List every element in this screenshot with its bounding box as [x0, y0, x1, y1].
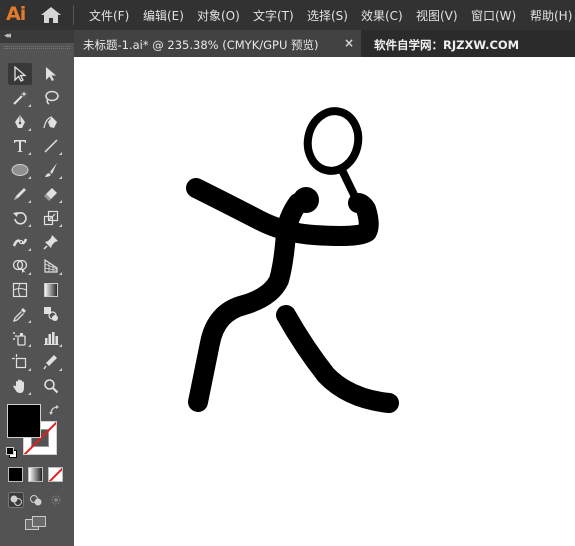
column-graph-tool-icon[interactable] — [39, 327, 63, 349]
collapse-icon[interactable]: ◂◂ — [4, 31, 11, 41]
hand-tool-icon[interactable] — [8, 375, 32, 397]
figure-body-front-leg — [188, 193, 308, 412]
toolbar-header: ◂◂ — [0, 30, 74, 43]
tab-document[interactable]: 未标题-1.ai* @ 235.38% (CMYK/GPU 预览) × — [74, 30, 361, 57]
shaper-tool-icon[interactable] — [8, 183, 32, 205]
puppet-warp-tool-icon[interactable] — [8, 231, 32, 253]
menu-edit[interactable]: 编辑(E) — [143, 7, 184, 24]
draw-behind-icon[interactable] — [28, 492, 44, 508]
slice-tool-icon[interactable] — [39, 351, 63, 373]
menu-object[interactable]: 对象(O) — [197, 7, 240, 24]
tools-panel: ◂◂ — [0, 30, 74, 546]
lasso-tool-icon[interactable] — [39, 87, 63, 109]
menu-file[interactable]: 文件(F) — [89, 7, 129, 24]
menu-type[interactable]: 文字(T) — [253, 7, 294, 24]
figure-head — [293, 187, 319, 213]
shape-builder-tool-icon[interactable] — [8, 255, 32, 277]
rotate-tool-icon[interactable] — [8, 207, 32, 229]
home-icon[interactable] — [40, 6, 62, 24]
tab-watermark[interactable]: 软件自学网：RJZXW.COM — [374, 37, 519, 53]
badminton-player-artwork[interactable] — [74, 57, 575, 546]
menu-divider — [73, 5, 74, 25]
ellipse-tool-icon[interactable] — [8, 159, 32, 181]
draw-normal-icon[interactable] — [8, 492, 24, 508]
pin-tool-icon[interactable] — [39, 231, 63, 253]
eraser-tool-icon[interactable] — [39, 183, 63, 205]
selection-tool-icon[interactable] — [8, 63, 32, 85]
menu-effect[interactable]: 效果(C) — [361, 7, 403, 24]
menu-view[interactable]: 视图(V) — [416, 7, 458, 24]
zoom-tool-icon[interactable] — [39, 375, 63, 397]
document-tab-bar: 未标题-1.ai* @ 235.38% (CMYK/GPU 预览) × 软件自学… — [74, 30, 575, 57]
direct-selection-tool-icon[interactable] — [39, 63, 63, 85]
scale-tool-icon[interactable] — [39, 207, 63, 229]
magic-wand-tool-icon[interactable] — [8, 87, 32, 109]
tab-close-icon[interactable]: × — [344, 36, 354, 50]
swap-fill-stroke-icon[interactable] — [49, 404, 61, 419]
racket-head — [303, 107, 363, 175]
draw-inside-icon[interactable] — [48, 492, 64, 508]
tab-document-title: 未标题-1.ai* @ 235.38% (CMYK/GPU 预览) — [83, 38, 319, 52]
default-fill-stroke-icon[interactable] — [6, 444, 18, 458]
paintbrush-tool-icon[interactable] — [39, 159, 63, 181]
mesh-tool-icon[interactable] — [8, 279, 32, 301]
perspective-grid-tool-icon[interactable] — [39, 255, 63, 277]
eyedropper-tool-icon[interactable] — [8, 303, 32, 325]
app-logo: Ai — [6, 3, 26, 25]
toolbar-grip[interactable] — [4, 46, 70, 49]
none-mode-button[interactable] — [48, 467, 63, 482]
menu-window[interactable]: 窗口(W) — [471, 7, 516, 24]
type-tool-icon[interactable] — [8, 135, 32, 157]
artboard-tool-icon[interactable] — [8, 351, 32, 373]
curvature-tool-icon[interactable] — [39, 111, 63, 133]
gradient-mode-button[interactable] — [28, 467, 43, 482]
artboard-canvas[interactable] — [74, 57, 575, 546]
symbol-sprayer-tool-icon[interactable] — [8, 327, 32, 349]
line-segment-tool-icon[interactable] — [39, 135, 63, 157]
figure-back-leg — [276, 305, 399, 413]
color-mode-button[interactable] — [8, 467, 23, 482]
screen-mode-icon[interactable] — [24, 515, 48, 531]
blend-tool-icon[interactable] — [39, 303, 63, 325]
fill-swatch[interactable] — [7, 404, 41, 438]
menu-help[interactable]: 帮助(H) — [530, 7, 572, 24]
menu-bar: Ai 文件(F) 编辑(E) 对象(O) 文字(T) 选择(S) 效果(C) 视… — [0, 0, 575, 30]
gradient-tool-icon[interactable] — [39, 279, 63, 301]
menu-select[interactable]: 选择(S) — [307, 7, 348, 24]
pen-tool-icon[interactable] — [8, 111, 32, 133]
